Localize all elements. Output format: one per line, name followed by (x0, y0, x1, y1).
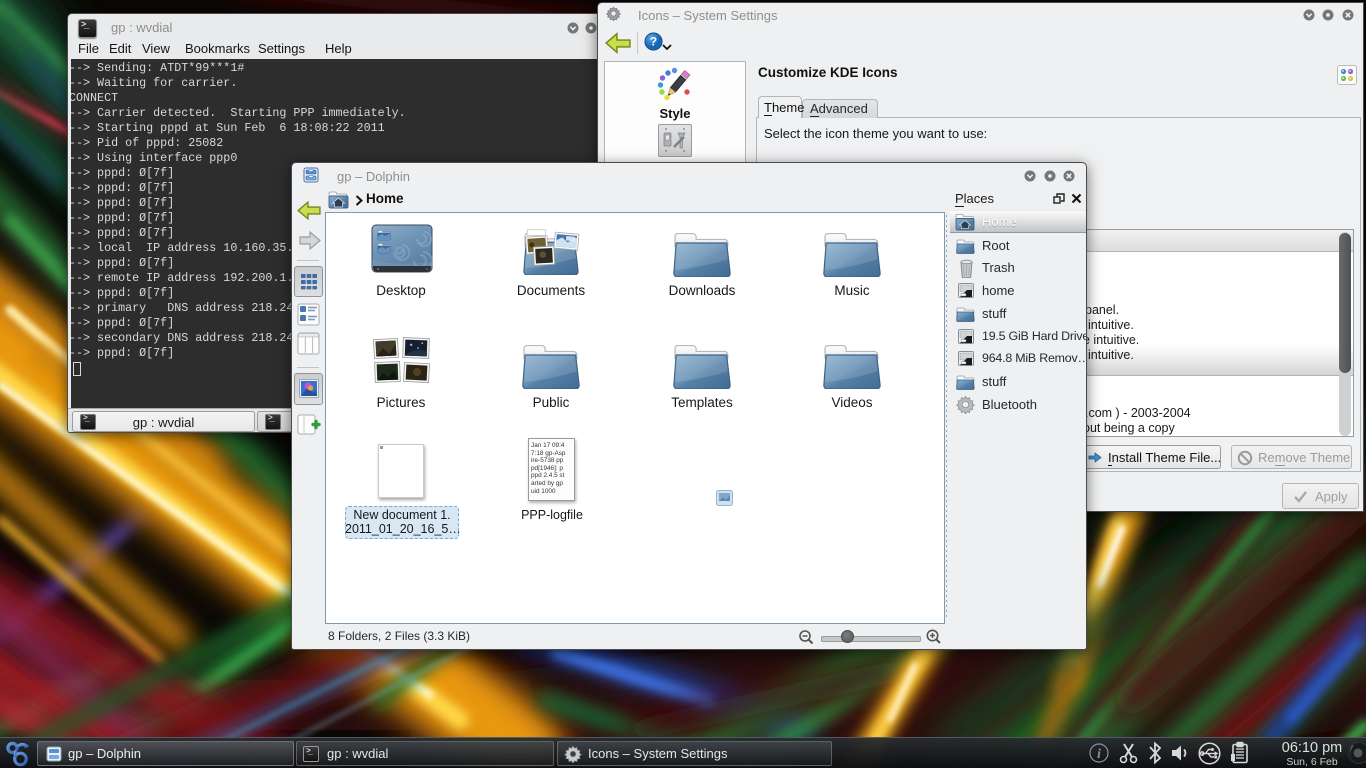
svg-text:?: ? (650, 36, 657, 49)
svg-text:i: i (1097, 747, 1101, 762)
